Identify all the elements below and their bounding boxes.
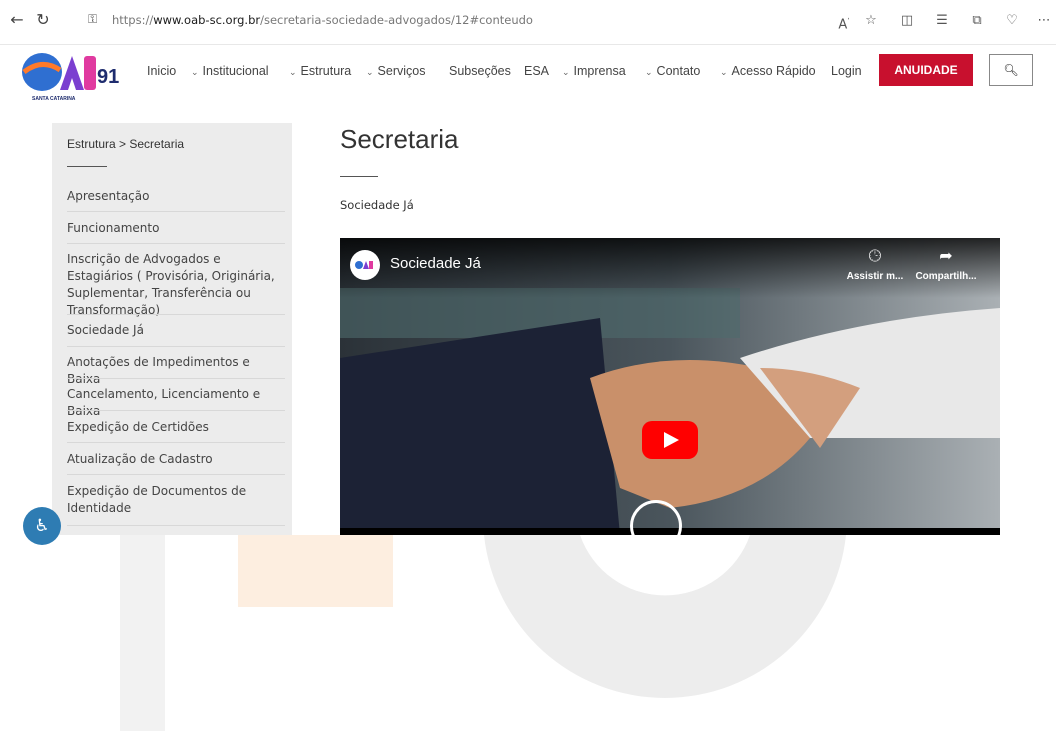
more-icon[interactable]: ⋯ bbox=[1034, 11, 1054, 31]
sidebar-item-documentos[interactable]: Expedição de Documentos de Identidade bbox=[67, 483, 285, 517]
divider bbox=[67, 410, 285, 411]
sidebar-item-impedimentos[interactable]: Anotações de Impedimentos e Baixa bbox=[67, 354, 285, 388]
sidebar: Estrutura > Secretaria Apresentação Func… bbox=[52, 123, 292, 535]
back-arrow-icon[interactable]: ← bbox=[6, 9, 28, 31]
divider bbox=[340, 176, 378, 177]
divider bbox=[67, 474, 285, 475]
address-bar[interactable]: ⚿ https://www.oab-sc.org.br/secretaria-s… bbox=[82, 10, 862, 32]
breadcrumb: Estrutura > Secretaria bbox=[67, 137, 185, 151]
menu-contato[interactable]: ⌄ Contato bbox=[645, 64, 700, 78]
oab-logo[interactable]: 91 bbox=[20, 50, 140, 96]
browser-toolbar: ← ↻ ⚿ https://www.oab-sc.org.br/secretar… bbox=[0, 0, 1056, 45]
divider bbox=[67, 166, 107, 167]
read-aloud-icon[interactable]: Aʼ bbox=[834, 11, 854, 32]
anuidade-button[interactable]: ANUIDADE bbox=[879, 54, 973, 86]
divider bbox=[67, 378, 285, 379]
search-icon: 🔍︎ bbox=[1003, 63, 1019, 77]
oab-avatar-icon bbox=[355, 261, 373, 269]
lock-icon: ⚿ bbox=[88, 12, 98, 26]
menu-servicos[interactable]: ⌄ Serviços bbox=[366, 64, 425, 78]
divider bbox=[67, 243, 285, 244]
logo-number: 91 bbox=[97, 66, 119, 88]
watch-later-button[interactable]: 🕒︎ Assistir m... bbox=[840, 246, 910, 284]
menu-subsecoes[interactable]: Subseções bbox=[449, 64, 511, 78]
page-title: Secretaria bbox=[340, 124, 459, 154]
chevron-down-icon: ⌄ bbox=[720, 67, 728, 77]
menu-esa[interactable]: ESA bbox=[524, 64, 549, 78]
favorite-star-icon[interactable]: ☆ bbox=[861, 11, 881, 31]
favorites-list-icon[interactable]: ☰ bbox=[932, 11, 952, 31]
chevron-down-icon: ⌄ bbox=[289, 67, 297, 77]
split-screen-icon[interactable]: ◫ bbox=[897, 11, 917, 31]
accessibility-icon[interactable]: ♿ bbox=[23, 507, 61, 545]
video-title[interactable]: Sociedade Já bbox=[390, 255, 481, 272]
chevron-down-icon: ⌄ bbox=[562, 67, 570, 77]
menu-inicio[interactable]: Inicio bbox=[147, 64, 176, 78]
reload-icon[interactable]: ↻ bbox=[32, 9, 54, 31]
logo-subtitle: SANTA CATARINA bbox=[32, 96, 76, 102]
divider bbox=[67, 211, 285, 212]
play-icon bbox=[664, 432, 679, 448]
url-text: https://www.oab-sc.org.br/secretaria-soc… bbox=[112, 13, 533, 27]
menu-acesso-rapido[interactable]: ⌄ Acesso Rápido bbox=[720, 64, 816, 78]
divider bbox=[67, 442, 285, 443]
sidebar-item-inscricao[interactable]: Inscrição de Advogados e Estagiários ( P… bbox=[67, 251, 285, 319]
chevron-down-icon: ⌄ bbox=[191, 67, 199, 77]
sidebar-item-cancelamento[interactable]: Cancelamento, Licenciamento e Baixa bbox=[67, 386, 285, 420]
divider bbox=[67, 346, 285, 347]
collections-icon[interactable]: ⧉ bbox=[967, 11, 987, 31]
menu-login[interactable]: Login bbox=[831, 64, 862, 78]
channel-avatar[interactable] bbox=[350, 250, 380, 280]
divider bbox=[67, 314, 285, 315]
menu-institucional[interactable]: ⌄ Institucional bbox=[191, 64, 269, 78]
menu-imprensa[interactable]: ⌄ Imprensa bbox=[562, 64, 626, 78]
sidebar-item-funcionamento[interactable]: Funcionamento bbox=[67, 220, 285, 237]
sidebar-item-certidoes[interactable]: Expedição de Certidões bbox=[67, 419, 285, 436]
menu-estrutura[interactable]: ⌄ Estrutura bbox=[289, 64, 351, 78]
play-button[interactable] bbox=[642, 421, 698, 459]
browser-essentials-icon[interactable]: ♡ bbox=[1002, 11, 1022, 31]
sidebar-item-sociedade-ja[interactable]: Sociedade Já bbox=[67, 322, 285, 339]
clock-icon: 🕒︎ bbox=[868, 246, 882, 265]
share-arrow-icon: ➦ bbox=[939, 246, 953, 265]
chevron-down-icon: ⌄ bbox=[645, 67, 653, 77]
chevron-down-icon: ⌄ bbox=[366, 67, 374, 77]
search-button[interactable]: 🔍︎ bbox=[989, 54, 1033, 86]
sidebar-item-apresentacao[interactable]: Apresentação bbox=[67, 188, 285, 205]
divider bbox=[67, 525, 285, 526]
video-player[interactable]: Sociedade Já 🕒︎ Assistir m... ➦ Comparti… bbox=[340, 238, 1000, 535]
sidebar-item-cadastro[interactable]: Atualização de Cadastro bbox=[67, 451, 285, 468]
page-subtitle: Sociedade Já bbox=[340, 198, 414, 212]
share-button[interactable]: ➦ Compartilh... bbox=[911, 246, 981, 284]
